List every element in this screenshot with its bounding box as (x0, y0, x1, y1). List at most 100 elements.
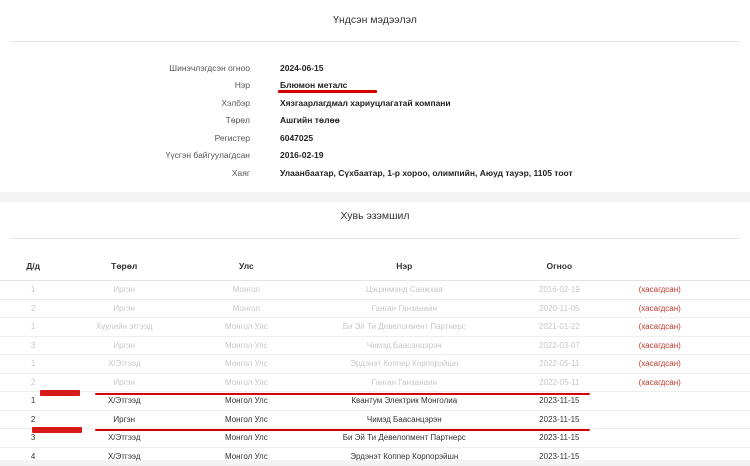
cell-name: Ганган Ганзанаин (310, 299, 499, 318)
cell-date: 2022-03-07 (498, 336, 621, 355)
highlight-underline (278, 90, 377, 93)
shares-divider (10, 238, 740, 239)
cell-date: 2020-11-05 (498, 299, 621, 318)
cell-idx: 1 (0, 354, 67, 374)
info-label: Хэлбэр (221, 98, 250, 108)
info-value: Ашгийн төлөө (280, 115, 340, 125)
cell-name: Чимэд Баасанцэрэн (310, 336, 499, 355)
table-row: 1 Хуулийн этгээд Монгол Улс Би Эй Ти Дев… (0, 317, 750, 337)
cell-status: (хасагдсан) (620, 373, 750, 392)
info-row-address: Хаяг Улаанбаатар, Сүхбаатар, 1-р хороо, … (0, 165, 750, 181)
table-row: 3 Иргэн Монгол Улс Чимэд Баасанцэрэн 202… (0, 336, 750, 355)
cell-status (620, 428, 750, 448)
table-row: 2 Иргэн Монгол Ганган Ганзанаин 2020-11-… (0, 299, 750, 318)
column-header-idx: Д/д (0, 252, 67, 281)
cell-type: Иргэн (66, 299, 183, 318)
cell-country: Монгол Улс (182, 317, 311, 337)
cell-country: Монгол Улс (182, 428, 311, 448)
cell-status: (хасагдсан) (620, 299, 750, 318)
red-scribble (40, 390, 80, 396)
cell-name: Цэцэнмэнд Санжхаа (310, 280, 499, 300)
info-label: Шинэчлэгдсэн огноо (169, 63, 250, 73)
info-label: Регистер (214, 133, 250, 143)
info-value: Хязгаарлагдмал хариуцлагатай компани (280, 98, 451, 108)
cell-date: 2023-11-15 (498, 410, 621, 429)
table-header-row: Д/д Төрөл Улс Нэр Огноо (0, 252, 750, 281)
cell-name: Би Эй Ти Девелопмент Партнерс (310, 428, 499, 448)
shares-table: Д/д Төрөл Улс Нэр Огноо 1 Иргэн Монгол Ц… (0, 252, 750, 466)
cell-date: 2022-05-11 (498, 373, 621, 392)
info-row-founded: Үүсгэн байгуулагдсан 2016-02-19 (0, 147, 750, 163)
cell-status: (хасагдсан) (620, 280, 750, 300)
info-label: Үүсгэн байгуулагдсан (165, 150, 250, 160)
cell-status (620, 410, 750, 429)
highlight-underline (95, 429, 590, 431)
cell-idx: 4 (0, 447, 67, 466)
cell-idx: 3 (0, 336, 67, 355)
info-value: 2016-02-19 (280, 150, 324, 160)
table-row: 2 Иргэн Монгол Улс Ганган Ганзанаин 2022… (0, 373, 750, 392)
cell-type: Иргэн (66, 280, 183, 300)
table-row: 2 Иргэн Монгол Улс Чимэд Баасанцэрэн 202… (0, 410, 750, 429)
info-label: Нэр (234, 80, 250, 90)
main-info-divider (10, 41, 740, 42)
cell-country: Монгол Улс (182, 410, 311, 429)
cell-idx: 2 (0, 299, 67, 318)
cell-status: (хасагдсан) (620, 354, 750, 374)
cell-type: Иргэн (66, 373, 183, 392)
info-label: Төрөл (225, 115, 250, 125)
main-info-title: Үндсэн мэдээлэл (333, 14, 417, 26)
info-value: Блюмон металс (280, 80, 348, 90)
cell-date: 2021-01-22 (498, 317, 621, 337)
cell-name: Эрдэнэт Коппер Корпорэйшн (310, 354, 499, 374)
cell-country: Монгол Улс (182, 354, 311, 374)
info-row-type: Төрөл Ашгийн төлөө (0, 112, 750, 128)
column-header-status (620, 252, 750, 281)
info-row-updated: Шинэчлэгдсэн огноо 2024-06-15 (0, 60, 750, 76)
cell-date: 2016-02-19 (498, 280, 621, 300)
cell-date: 2023-11-15 (498, 428, 621, 448)
column-header-type: Төрөл (66, 252, 183, 281)
shares-title: Хувь эзэмшил (340, 210, 410, 222)
column-header-country: Улс (182, 252, 311, 281)
main-info-card: Үндсэн мэдээлэл Шинэчлэгдсэн огноо 2024-… (0, 0, 750, 192)
cell-name: Би Эй Ти Девелопмент Партнерс (310, 317, 499, 337)
cell-status (620, 391, 750, 411)
cell-country: Монгол Улс (182, 373, 311, 392)
cell-country: Монгол Улс (182, 336, 311, 355)
cell-idx: 1 (0, 317, 67, 337)
cell-idx: 2 (0, 373, 67, 392)
column-header-date: Огноо (498, 252, 621, 281)
cell-date: 2022-05-11 (498, 354, 621, 374)
cell-country: Монгол Улс (182, 447, 311, 466)
cell-status (620, 447, 750, 466)
info-value: 2024-06-15 (280, 63, 324, 73)
highlight-underline (95, 393, 590, 395)
cell-type: Хуулийн этгээд (66, 317, 183, 337)
cell-idx: 1 (0, 280, 67, 300)
cell-name: Ганган Ганзанаин (310, 373, 499, 392)
cell-type: Иргэн (66, 410, 183, 429)
info-row-form: Хэлбэр Хязгаарлагдмал хариуцлагатай комп… (0, 95, 750, 111)
cell-country: Монгол (182, 299, 311, 318)
info-row-register: Регистер 6047025 (0, 130, 750, 146)
info-label: Хаяг (231, 168, 250, 178)
cell-country: Монгол (182, 280, 311, 300)
cell-date: 2023-11-15 (498, 447, 621, 466)
cell-status: (хасагдсан) (620, 336, 750, 355)
table-row: 4 Х/Этгээд Монгол Улс Эрдэнэт Коппер Кор… (0, 447, 750, 466)
cell-type: Х/Этгээд (66, 428, 183, 448)
column-header-name: Нэр (310, 252, 499, 281)
table-row: 1 Х/Этгээд Монгол Улс Эрдэнэт Коппер Кор… (0, 354, 750, 374)
cell-name: Чимэд Баасанцэрэн (310, 410, 499, 429)
info-value: Улаанбаатар, Сүхбаатар, 1-р хороо, олимп… (280, 168, 573, 178)
cell-idx: 2 (0, 410, 67, 429)
cell-type: Х/Этгээд (66, 354, 183, 374)
info-value: 6047025 (280, 133, 314, 143)
cell-type: Х/Этгээд (66, 447, 183, 466)
red-scribble (32, 427, 82, 433)
cell-name: Эрдэнэт Коппер Корпорэйшн (310, 447, 499, 466)
cell-type: Иргэн (66, 336, 183, 355)
cell-status: (хасагдсан) (620, 317, 750, 337)
table-row: 1 Иргэн Монгол Цэцэнмэнд Санжхаа 2016-02… (0, 280, 750, 300)
